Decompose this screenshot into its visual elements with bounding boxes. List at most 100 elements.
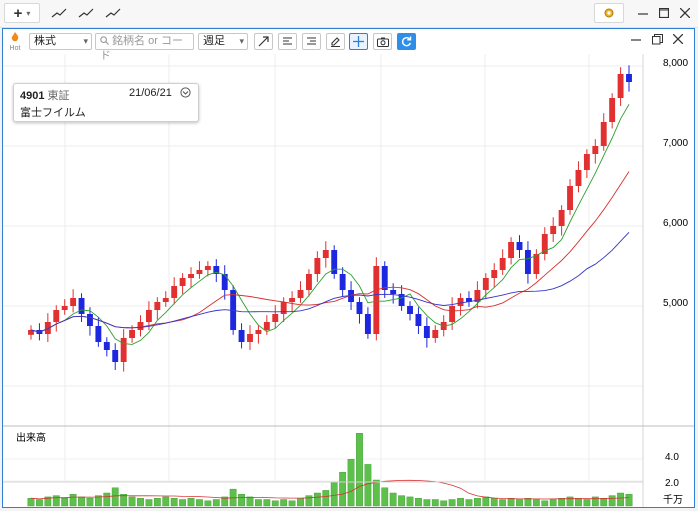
volume-bar — [204, 500, 212, 507]
chart-minimize-button[interactable] — [631, 34, 641, 47]
candle-body — [592, 146, 599, 154]
candle-body — [162, 298, 169, 302]
close-button[interactable] — [672, 3, 698, 23]
candle-body — [289, 298, 296, 302]
candle-body — [626, 74, 632, 82]
crosshair-tool-button[interactable] — [349, 33, 368, 50]
market-select[interactable]: 株式 ▾ — [29, 33, 92, 50]
candle-body — [373, 266, 380, 334]
volume-bar — [330, 482, 338, 507]
volume-bar — [398, 495, 405, 507]
volume-bar — [532, 499, 540, 507]
window-titlebar: + ▾ — [0, 0, 698, 28]
plus-icon: + — [13, 4, 23, 22]
info-expand-button[interactable] — [180, 87, 191, 101]
price-tick-8000: 8,000 — [663, 58, 688, 69]
period-select[interactable]: 週足 ▾ — [198, 33, 248, 50]
candle-body — [204, 266, 211, 270]
candle-body — [145, 310, 152, 322]
chevron-down-icon: ▾ — [83, 36, 88, 46]
restore-icon — [652, 34, 663, 45]
candle-body — [609, 98, 616, 122]
volume-bar — [187, 498, 195, 507]
line-chart-icon — [105, 8, 121, 18]
volume-bar — [499, 499, 507, 507]
volume-bar — [364, 464, 372, 507]
candle-body — [600, 122, 607, 146]
volume-bar — [162, 496, 170, 507]
candle-body — [364, 314, 371, 334]
volume-bar — [549, 499, 557, 507]
screenshot-button[interactable] — [373, 33, 392, 50]
draw-tool-button[interactable] — [326, 33, 345, 50]
chart-close-button[interactable] — [672, 33, 684, 47]
volume-tick-2: 2.0 — [665, 478, 679, 489]
volume-bar — [271, 500, 279, 507]
candle-body — [550, 226, 557, 234]
align-left-tool-button[interactable] — [278, 33, 297, 50]
candle-body — [171, 286, 178, 298]
volume-bar — [423, 499, 431, 507]
align-right-tool-button[interactable] — [302, 33, 321, 50]
volume-bar — [591, 496, 599, 507]
candle-body — [247, 334, 253, 342]
volume-bar — [465, 499, 473, 507]
volume-bar — [297, 498, 304, 507]
candle-body — [583, 154, 590, 170]
chart-layout-3-button[interactable] — [100, 3, 126, 23]
candle-body — [482, 278, 489, 290]
volume-bar — [381, 487, 389, 507]
volume-bar — [196, 499, 203, 507]
market-name: 東証 — [47, 90, 70, 102]
candle-body — [314, 258, 321, 274]
candle-body — [415, 314, 422, 326]
volume-bar — [212, 499, 220, 507]
candle-body — [305, 274, 312, 290]
candle-body — [87, 314, 93, 326]
volume-bar — [255, 499, 262, 507]
arrow-tool-icon — [258, 36, 269, 47]
candle-body — [390, 290, 397, 294]
minimize-icon — [631, 39, 641, 41]
chevron-down-icon: ▾ — [239, 36, 244, 46]
chart-layout-2-button[interactable] — [73, 3, 99, 23]
candle-body — [508, 242, 515, 258]
volume-bar — [111, 487, 119, 507]
volume-bar — [625, 494, 633, 507]
refresh-button[interactable] — [397, 33, 416, 50]
search-input[interactable]: 銘柄名 or コード — [95, 33, 194, 62]
candle-body — [533, 254, 540, 274]
candle-body — [524, 250, 531, 274]
flame-icon — [11, 32, 19, 42]
volume-bar — [457, 498, 464, 507]
crosshair-icon — [353, 36, 364, 47]
refresh-icon — [401, 36, 412, 47]
ma-short-line — [30, 104, 630, 345]
volume-bar — [305, 495, 313, 507]
chart-layout-1-button[interactable] — [46, 3, 72, 23]
add-chart-button[interactable]: + ▾ — [4, 3, 40, 23]
volume-bar — [389, 492, 397, 507]
volume-bar — [482, 496, 490, 507]
pencil-icon — [331, 37, 340, 47]
text-align-right-icon — [307, 37, 316, 45]
volume-bar — [617, 492, 624, 507]
volume-bar — [356, 433, 363, 507]
volume-bar — [137, 498, 144, 507]
candle-body — [112, 350, 119, 362]
hot-button[interactable]: Hot — [6, 32, 24, 52]
candle-body — [339, 274, 346, 290]
candle-body — [70, 298, 77, 306]
settings-button[interactable] — [594, 3, 624, 23]
candle-body — [499, 258, 506, 270]
chevron-down-icon: ▾ — [26, 8, 31, 18]
candle-body — [297, 290, 304, 298]
company-name: 富士フイルム — [20, 107, 86, 119]
volume-bar — [558, 498, 566, 507]
chart-window: Hot 株式 ▾ 銘柄名 or コード 週足 ▾ 8,000 7,000 6,0… — [2, 28, 695, 508]
line-chart-icon — [78, 8, 94, 18]
volume-bar — [61, 498, 69, 507]
trendline-tool-button[interactable] — [254, 33, 273, 50]
volume-bar — [406, 496, 414, 507]
chart-restore-button[interactable] — [652, 34, 663, 48]
